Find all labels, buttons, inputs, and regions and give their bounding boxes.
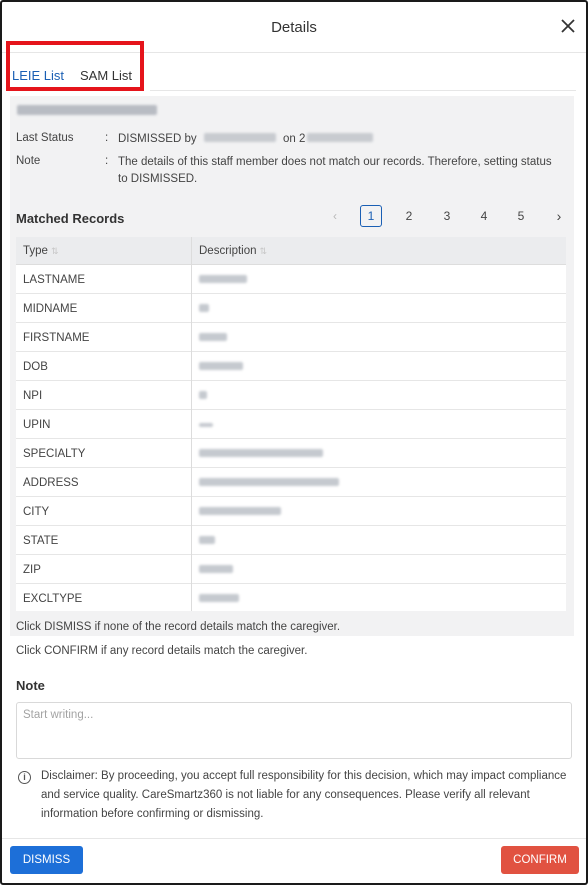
redacted-date xyxy=(307,133,374,142)
pager-page-2[interactable]: 2 xyxy=(398,205,420,227)
last-status-label: Last Status xyxy=(16,132,74,144)
last-status-separator: : xyxy=(105,132,109,144)
table-row: UPIN xyxy=(16,410,566,439)
type-cell: LASTNAME xyxy=(23,274,85,286)
confirm-hint: Click CONFIRM if any record details matc… xyxy=(16,645,308,657)
description-cell-redacted xyxy=(199,478,339,486)
table-row: LASTNAME xyxy=(16,265,566,294)
type-cell: CITY xyxy=(23,506,50,518)
last-status-prefix: DISMISSED by xyxy=(118,133,197,145)
note-separator: : xyxy=(105,155,109,167)
sort-icon: ⇅ xyxy=(259,246,268,256)
type-cell: FIRSTNAME xyxy=(23,332,90,344)
description-cell-redacted xyxy=(199,536,215,544)
matched-records-table: Type ⇅ Description ⇅ LASTNAME MIDNAME FIRS… xyxy=(16,237,566,611)
table-row: ADDRESS xyxy=(16,468,566,497)
description-cell-redacted xyxy=(199,304,209,312)
type-cell: ADDRESS xyxy=(23,477,79,489)
close-button[interactable] xyxy=(557,15,579,37)
last-status-mid: on 2 xyxy=(283,133,306,145)
type-cell: UPIN xyxy=(23,419,51,431)
dismiss-button[interactable]: DISMISS xyxy=(10,846,83,874)
modal-title: Details xyxy=(271,19,317,36)
footer-divider xyxy=(2,838,586,839)
sort-icon: ⇅ xyxy=(50,246,59,256)
redacted-user xyxy=(203,133,276,142)
tab-leie-list[interactable]: LEIE List xyxy=(12,68,64,83)
pager-prev-button[interactable]: ‹ xyxy=(326,205,344,227)
tab-sam-list[interactable]: SAM List xyxy=(80,68,132,83)
pager-page-1[interactable]: 1 xyxy=(360,205,382,227)
table-row: STATE xyxy=(16,526,566,555)
type-cell: DOB xyxy=(23,361,48,373)
table-row: NPI xyxy=(16,381,566,410)
tabs-highlight-box xyxy=(6,41,144,91)
table-row: CITY xyxy=(16,497,566,526)
note-title: Note xyxy=(16,678,45,693)
tabs-divider xyxy=(150,90,576,91)
table-row: DOB xyxy=(16,352,566,381)
table-row: EXCLTYPE xyxy=(16,584,566,611)
table-header: Type ⇅ Description ⇅ xyxy=(16,237,566,265)
pager-page-4[interactable]: 4 xyxy=(473,205,495,227)
description-cell-redacted xyxy=(199,423,213,427)
type-cell: STATE xyxy=(23,535,59,547)
column-header-type[interactable]: Type ⇅ xyxy=(23,245,58,257)
details-panel: Last Status : DISMISSED by on 2 Note : T… xyxy=(10,96,574,636)
column-header-description[interactable]: Description ⇅ xyxy=(199,245,267,257)
close-icon xyxy=(561,19,575,33)
table-row: SPECIALTY xyxy=(16,439,566,468)
description-cell-redacted xyxy=(199,594,239,602)
last-status-value: DISMISSED by on 2 xyxy=(118,131,374,148)
type-cell: EXCLTYPE xyxy=(23,593,83,605)
disclaimer-text: Disclaimer: By proceeding, you accept fu… xyxy=(41,770,567,820)
table-row: ZIP xyxy=(16,555,566,584)
staff-name-redacted xyxy=(17,105,157,115)
description-cell-redacted xyxy=(199,507,281,515)
description-cell-redacted xyxy=(199,362,243,370)
description-cell-redacted xyxy=(199,391,207,399)
type-cell: ZIP xyxy=(23,564,41,576)
pager-next-button[interactable]: › xyxy=(550,205,568,227)
description-cell-redacted xyxy=(199,275,247,283)
pager-page-5[interactable]: 5 xyxy=(510,205,532,227)
type-cell: SPECIALTY xyxy=(23,448,86,460)
column-divider xyxy=(191,237,192,611)
table-row: FIRSTNAME xyxy=(16,323,566,352)
pager-page-3[interactable]: 3 xyxy=(436,205,458,227)
info-icon: i xyxy=(18,771,31,784)
table-row: MIDNAME xyxy=(16,294,566,323)
note-value: The details of this staff member does no… xyxy=(118,156,552,185)
description-cell-redacted xyxy=(199,565,233,573)
details-modal: Details LEIE List SAM List Last Status :… xyxy=(0,0,588,885)
confirm-button[interactable]: CONFIRM xyxy=(501,846,579,874)
matched-records-title: Matched Records xyxy=(16,211,125,226)
note-label: Note xyxy=(16,155,41,167)
dismiss-hint: Click DISMISS if none of the record deta… xyxy=(16,621,341,633)
note-textarea[interactable] xyxy=(16,702,572,759)
type-cell: NPI xyxy=(23,390,43,402)
description-cell-redacted xyxy=(199,449,323,457)
type-cell: MIDNAME xyxy=(23,303,78,315)
description-cell-redacted xyxy=(199,333,227,341)
